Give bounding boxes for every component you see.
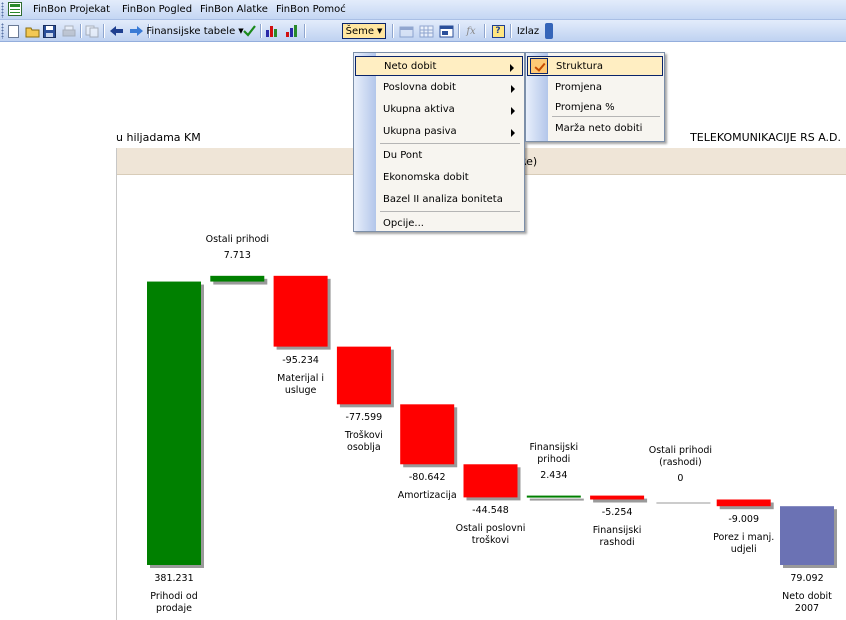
menu-item-du-pont[interactable]: Du Pont <box>355 146 523 166</box>
bar-category-label-line: (rashodi) <box>659 457 702 469</box>
menu-separator <box>380 143 520 144</box>
waterfall-bar <box>653 499 708 501</box>
bar-category-label-line: Ostali prihodi <box>648 445 713 457</box>
bar-category-label-line: prihodi <box>537 453 571 465</box>
menu-separator <box>380 211 520 212</box>
bar-category-label-line: rashodi <box>599 537 635 549</box>
bar-category-label-line: Prihodi od <box>150 591 198 602</box>
bar-value-label: -77.599 <box>345 412 383 424</box>
bar-category-label-line: Materijal i <box>277 372 325 384</box>
bar-category-label-line: usluge <box>284 384 317 396</box>
waterfall-bar <box>463 464 518 498</box>
bar-shadow <box>529 498 584 501</box>
bar-category-label: Amortizacija <box>398 490 457 502</box>
bar-category-label-line: prodaje <box>156 603 192 614</box>
menu-item-label: Bazel II analiza boniteta <box>383 194 503 205</box>
bar-category-label-line: 2007 <box>794 603 820 614</box>
bar-category-label: Prihodi od prodaje <box>150 591 197 615</box>
bar-value-label: -5.254 <box>601 507 633 519</box>
bar-value-label: 381.231 <box>154 573 194 584</box>
waterfall-bar <box>273 275 328 347</box>
menu-item-bazel-ii-analiza-boniteta[interactable]: Bazel II analiza boniteta <box>355 190 523 210</box>
waterfall-bar <box>716 499 771 507</box>
bar-category-label-line: Finansijski <box>592 525 642 537</box>
submenu-arrow-icon <box>510 64 514 72</box>
bar-category-label-line: troškovi <box>471 535 510 547</box>
bar-category-label: Ostali prihodi (rashodi) <box>649 445 712 469</box>
menu-item-ekonomska-dobit[interactable]: Ekonomska dobit <box>355 168 523 188</box>
menu-item-poslovna-dobit[interactable]: Poslovna dobit <box>355 78 523 98</box>
menu-item-ukupna-aktiva[interactable]: Ukupna aktiva <box>355 100 523 120</box>
bar-category-label: Neto dobit 2007 <box>782 591 832 615</box>
submenu-arrow-icon <box>511 129 515 137</box>
submenu-arrow-icon <box>511 107 515 115</box>
submenu-item-label: Marža neto dobiti <box>555 123 643 134</box>
menu-item-ukupna-pasiva[interactable]: Ukupna pasiva <box>355 122 523 142</box>
bar-category-label: Ostali poslovni troškovi <box>456 523 526 547</box>
bar-category-label-line: Ostali poslovni <box>455 523 526 535</box>
waterfall-bar <box>590 495 645 500</box>
bar-value-label: 7.713 <box>223 249 251 261</box>
submenu-item-label: Struktura <box>556 61 604 72</box>
bar-value-label: -44.548 <box>472 505 509 517</box>
submenu-item-struktura[interactable]: Struktura <box>527 56 663 76</box>
seme-menu: Neto dobit Poslovna dobit Ukupna aktiva Uku… <box>353 52 525 232</box>
bar-category-label-line: Ostali prihodi <box>205 233 269 245</box>
bar-value-label: 0 <box>677 473 684 485</box>
bar-category-label: Porez i manj. udjeli <box>713 532 774 556</box>
bar-category-label-line: Troškovi <box>344 430 383 442</box>
submenu-item-label: Promjena <box>555 82 603 93</box>
waterfall-bar <box>526 495 581 498</box>
menu-item-label: Poslovna dobit <box>383 82 456 93</box>
checkmark-icon <box>530 58 548 74</box>
submenu-item-promjena[interactable]: Promjena <box>527 78 663 98</box>
bar-category-label-line: Amortizacija <box>397 490 457 502</box>
menu-item-neto-dobit[interactable]: Neto dobit <box>355 56 523 76</box>
submenu-arrow-icon <box>511 85 515 93</box>
bar-category-label: Materijal i usluge <box>277 373 324 397</box>
bar-category-label-line: udjeli <box>730 544 757 556</box>
menu-item-label: Ekonomska dobit <box>383 172 469 183</box>
waterfall-bar <box>336 346 391 405</box>
submenu-item-mar-a-neto-dobiti[interactable]: Marža neto dobiti <box>527 119 663 139</box>
bar-category-label: Finansijski rashodi <box>593 525 642 549</box>
menu-item-label: Du Pont <box>383 150 423 161</box>
bar-category-label: Finansijski prihodi <box>529 442 578 466</box>
waterfall-bar <box>780 506 834 565</box>
bar-category-label-line: Neto dobit <box>782 591 832 602</box>
bar-category-label-line: Porez i manj. <box>713 532 775 544</box>
bar-shadow <box>656 502 711 504</box>
submenu-item-promjena[interactable]: Promjena % <box>527 98 663 118</box>
menu-item-label: Ukupna pasiva <box>383 126 457 137</box>
menu-item-label: Ukupna aktiva <box>383 104 455 115</box>
bar-value-label: -95.234 <box>282 354 319 366</box>
waterfall-bar <box>400 404 455 465</box>
bar-category-label-line: osoblja <box>347 442 381 454</box>
menu-item-opcije[interactable]: Opcije... <box>355 214 523 234</box>
bar-value-label: -80.642 <box>408 472 446 484</box>
bar-category-label: Troškovi osoblja <box>345 430 383 454</box>
bar-category-label-line: Finansijski <box>529 441 579 453</box>
waterfall-bar <box>210 275 265 282</box>
bar-value-label: -9.009 <box>728 514 759 526</box>
waterfall-bar <box>147 281 201 565</box>
submenu-item-label: Promjena % <box>555 102 615 113</box>
bar-value-label: 79.092 <box>790 573 824 584</box>
menu-separator <box>552 116 660 117</box>
bar-category-label: Ostali prihodi <box>206 234 269 246</box>
neto-dobit-submenu: Struktura Promjena Promjena % Marža neto do… <box>525 52 665 142</box>
bar-value-label: 2.434 <box>540 469 568 481</box>
menu-item-label: Neto dobit <box>384 61 437 72</box>
menu-item-label: Opcije... <box>383 218 424 229</box>
